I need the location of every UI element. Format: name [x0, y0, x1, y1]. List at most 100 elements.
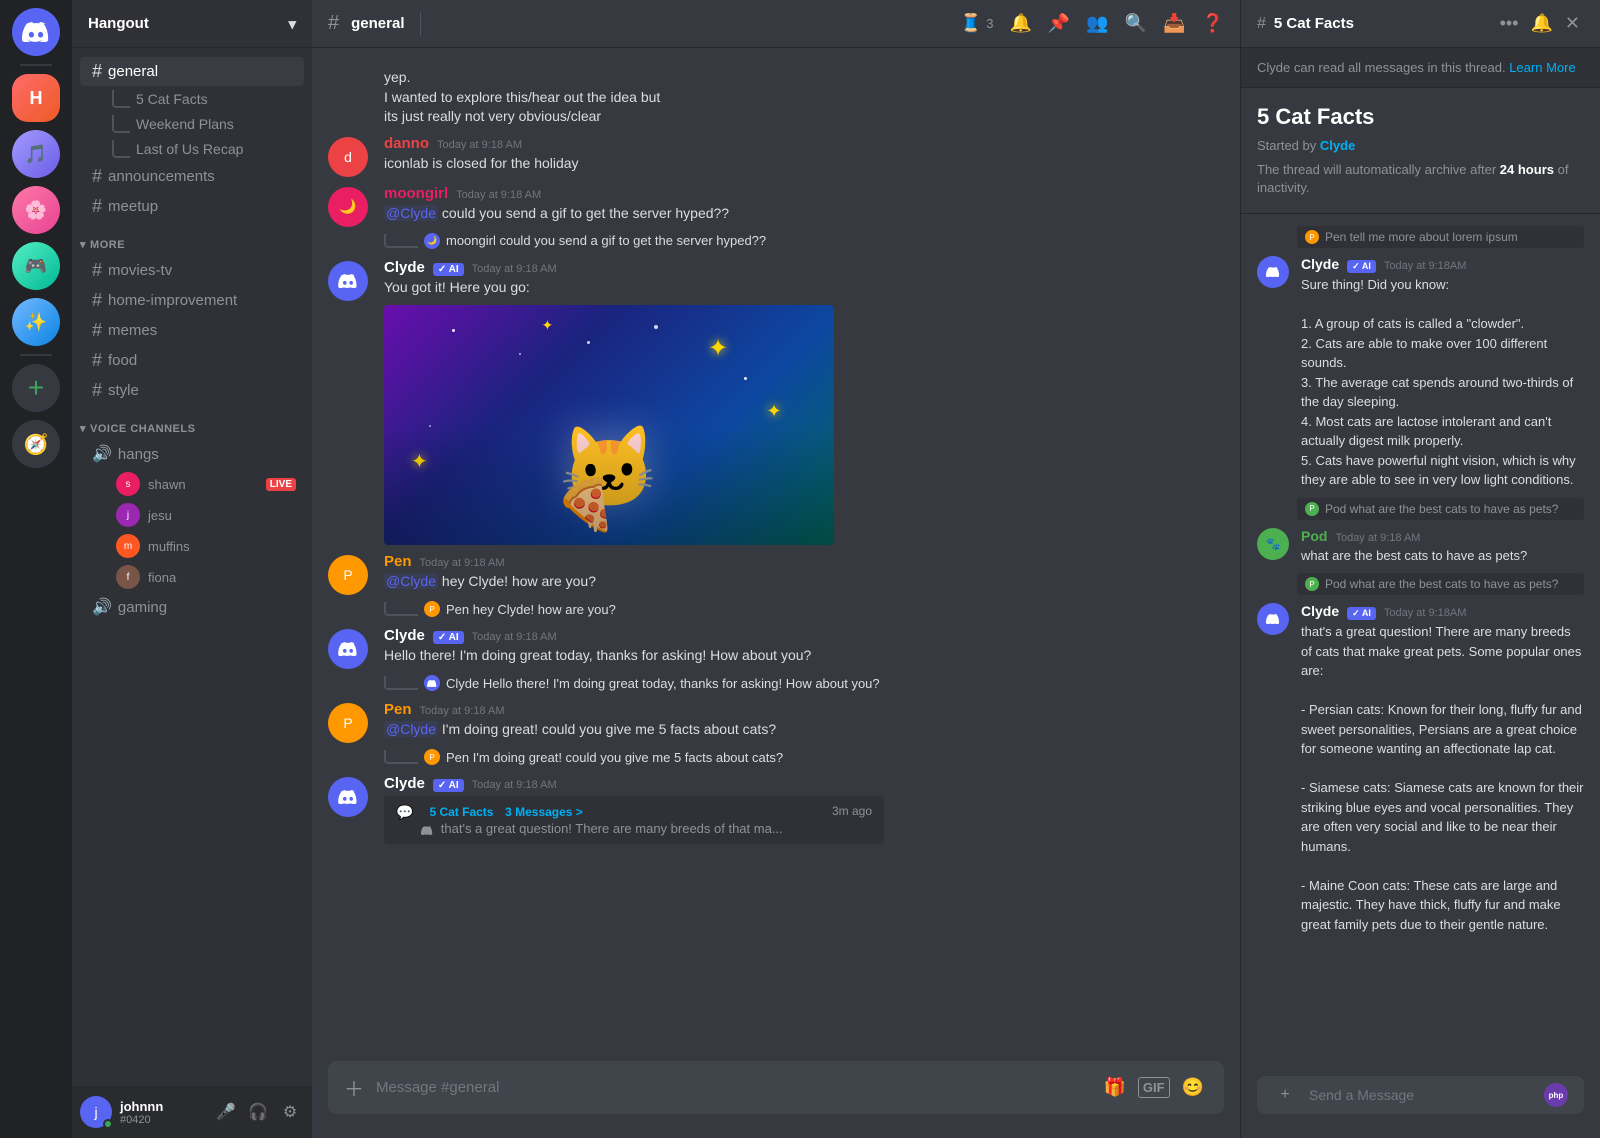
archive-hours: 24 hours: [1500, 162, 1554, 177]
mention-clyde-pen-1[interactable]: @Clyde: [384, 573, 438, 589]
channel-item-memes[interactable]: # memes: [80, 316, 304, 345]
channel-item-home-improvement[interactable]: # home-improvement: [80, 286, 304, 315]
server-rail: H 🎵 🌸 🎮 ✨ + 🧭: [0, 0, 72, 1138]
channel-item-food[interactable]: # food: [80, 346, 304, 375]
thread-ref-quote-pod-2: P Pod what are the best cats to have as …: [1297, 573, 1584, 595]
voice-user-name-muffins: muffins: [148, 539, 190, 554]
mute-button[interactable]: 🎤: [212, 1098, 240, 1126]
server-icon-4[interactable]: 🎮: [12, 242, 60, 290]
voice-user-fiona[interactable]: f fiona: [80, 562, 304, 592]
channel-item-style[interactable]: # style: [80, 376, 304, 405]
ai-badge-clyde-1: ✓ AI: [433, 263, 464, 276]
voice-user-shawn[interactable]: s shawn LIVE: [80, 469, 304, 499]
thread-message-input[interactable]: [1309, 1076, 1532, 1114]
settings-button[interactable]: ⚙: [276, 1098, 304, 1126]
current-user-name: johnnn: [120, 1099, 204, 1114]
thread-name-5-cat-facts: 5 Cat Facts: [136, 91, 208, 107]
more-category[interactable]: ▾ MORE: [72, 222, 312, 255]
notifications-button[interactable]: 🔔: [1009, 13, 1031, 34]
message-author-clyde-2: Clyde: [384, 627, 425, 644]
message-content-clyde-image: Clyde ✓ AI Today at 9:18 AM You got it! …: [384, 259, 1224, 546]
search-button[interactable]: 🔍: [1125, 13, 1147, 34]
image-overlay: [384, 305, 834, 545]
threads-button[interactable]: 🧵 3: [960, 13, 994, 34]
voice-channels-label: VOICE CHANNELS: [90, 423, 195, 435]
help-button[interactable]: ❓: [1202, 13, 1224, 34]
message-content-clyde-ref: Clyde Hello there! I'm doing great today…: [384, 673, 1224, 693]
voice-channel-hangs[interactable]: 🔊 hangs: [80, 440, 304, 468]
chat-message-input[interactable]: [376, 1068, 1087, 1107]
message-content-moongirl: moongirl Today at 9:18 AM @Clyde could y…: [384, 185, 1224, 227]
gift-button[interactable]: 🎁: [1099, 1073, 1129, 1102]
thread-msg-author-clyde-2: Clyde: [1301, 603, 1339, 619]
inbox-button[interactable]: 📥: [1163, 13, 1185, 34]
hash-icon-home: #: [92, 290, 102, 311]
thread-emoji-button[interactable]: php: [1544, 1083, 1568, 1107]
discord-home-icon[interactable]: [12, 8, 60, 56]
message-content-moongirl-ref: 🌙 moongirl could you send a gif to get t…: [384, 231, 1224, 251]
server-icon-3[interactable]: 🌸: [12, 186, 60, 234]
thread-reference-clyde: Clyde Hello there! I'm doing great today…: [384, 673, 1224, 693]
thread-panel-thread-name: 5 Cat Facts: [1257, 104, 1584, 130]
channel-item-general[interactable]: # general: [80, 57, 304, 86]
deafen-button[interactable]: 🎧: [244, 1098, 272, 1126]
message-header-pen-1: Pen Today at 9:18 AM: [384, 553, 1224, 570]
thread-input-add-button[interactable]: +: [1273, 1083, 1297, 1107]
thread-item-last-of-us-recap[interactable]: Last of Us Recap: [80, 137, 304, 161]
gif-button[interactable]: GIF: [1138, 1077, 1170, 1098]
message-group-pen-ref: P Pen hey Clyde! how are you?: [312, 599, 1240, 623]
thread-embed-5-cat-facts[interactable]: 💬 5 Cat Facts 3 Messages > that's a grea…: [384, 796, 884, 844]
members-icon: 👥: [1086, 13, 1108, 34]
chat-input-add-button[interactable]: ＋: [344, 1061, 364, 1114]
message-timestamp-clyde-2: Today at 9:18 AM: [472, 631, 557, 643]
add-server-button[interactable]: +: [12, 364, 60, 412]
thread-learn-more-link[interactable]: Learn More: [1509, 60, 1575, 75]
voice-user-muffins[interactable]: m muffins: [80, 531, 304, 561]
thread-msg-pod-ref: P Pod what are the best cats to have as …: [1241, 494, 1600, 524]
message-group-danno: d danno Today at 9:18 AM iconlab is clos…: [312, 131, 1240, 181]
channel-item-movies-tv[interactable]: # movies-tv: [80, 256, 304, 285]
cat-gif-image: ✦ ✦ ✦ ✦ 🐱 🍕: [384, 305, 834, 545]
thread-ref-avatar-pen: P: [424, 601, 440, 617]
voice-user-avatar-muffins: m: [116, 534, 140, 558]
server-name-header[interactable]: Hangout ▾: [72, 0, 312, 48]
thread-close-button[interactable]: ✕: [1561, 9, 1584, 38]
emoji-button[interactable]: 😊: [1178, 1073, 1208, 1102]
voice-category[interactable]: ▾ VOICE CHANNELS: [72, 406, 312, 439]
message-author-pen-2: Pen: [384, 701, 412, 718]
message-avatar-clyde-3: [328, 777, 368, 817]
mention-clyde-pen-2[interactable]: @Clyde: [384, 721, 438, 737]
thread-msg-time-clyde-1: Today at 9:18AM: [1384, 260, 1467, 272]
thread-msg-pod-ref-2: P Pod what are the best cats to have as …: [1241, 569, 1600, 599]
thread-ref-avatar-clyde: [424, 675, 440, 691]
server-icon-hangout[interactable]: H: [12, 74, 60, 122]
channel-item-announcements[interactable]: # announcements: [80, 162, 304, 191]
server-icon-2[interactable]: 🎵: [12, 130, 60, 178]
server-icon-5[interactable]: ✨: [12, 298, 60, 346]
voice-user-avatar-shawn: s: [116, 472, 140, 496]
voice-user-name-fiona: fiona: [148, 570, 176, 585]
voice-user-jesu[interactable]: j jesu: [80, 500, 304, 530]
mention-clyde-1[interactable]: @Clyde: [384, 205, 438, 221]
channel-hash-icon: #: [328, 12, 339, 35]
thread-embed-title: 5 Cat Facts 3 Messages >: [421, 804, 824, 819]
channel-item-meetup[interactable]: # meetup: [80, 192, 304, 221]
pin-button[interactable]: 📌: [1048, 13, 1070, 34]
thread-msg-clyde-1: Clyde ✓ AI Today at 9:18AM Sure thing! D…: [1241, 252, 1600, 494]
thread-item-weekend-plans[interactable]: Weekend Plans: [80, 112, 304, 136]
members-button[interactable]: 👥: [1086, 13, 1108, 34]
thread-messages: P Pen tell me more about lorem ipsum Cly…: [1241, 214, 1600, 1076]
thread-notification-button[interactable]: 🔔: [1526, 9, 1556, 38]
thread-more-button[interactable]: •••: [1496, 9, 1523, 38]
voice-channel-gaming[interactable]: 🔊 gaming: [80, 593, 304, 621]
voice-user-avatar-jesu: j: [116, 503, 140, 527]
thread-info-text: Clyde can read all messages in this thre…: [1257, 60, 1506, 75]
server-rail-divider: [20, 64, 52, 66]
message-avatar-spacer: [328, 68, 368, 127]
thread-item-5-cat-facts[interactable]: 5 Cat Facts: [80, 87, 304, 111]
channel-name-memes: memes: [108, 322, 157, 339]
main-chat-area: # general 🧵 3 🔔 📌 👥 🔍 📥 ❓: [312, 0, 1240, 1138]
discover-button[interactable]: 🧭: [12, 420, 60, 468]
message-text-continuation: yep. I wanted to explore this/hear out t…: [384, 68, 1224, 127]
more-label: MORE: [90, 239, 125, 251]
